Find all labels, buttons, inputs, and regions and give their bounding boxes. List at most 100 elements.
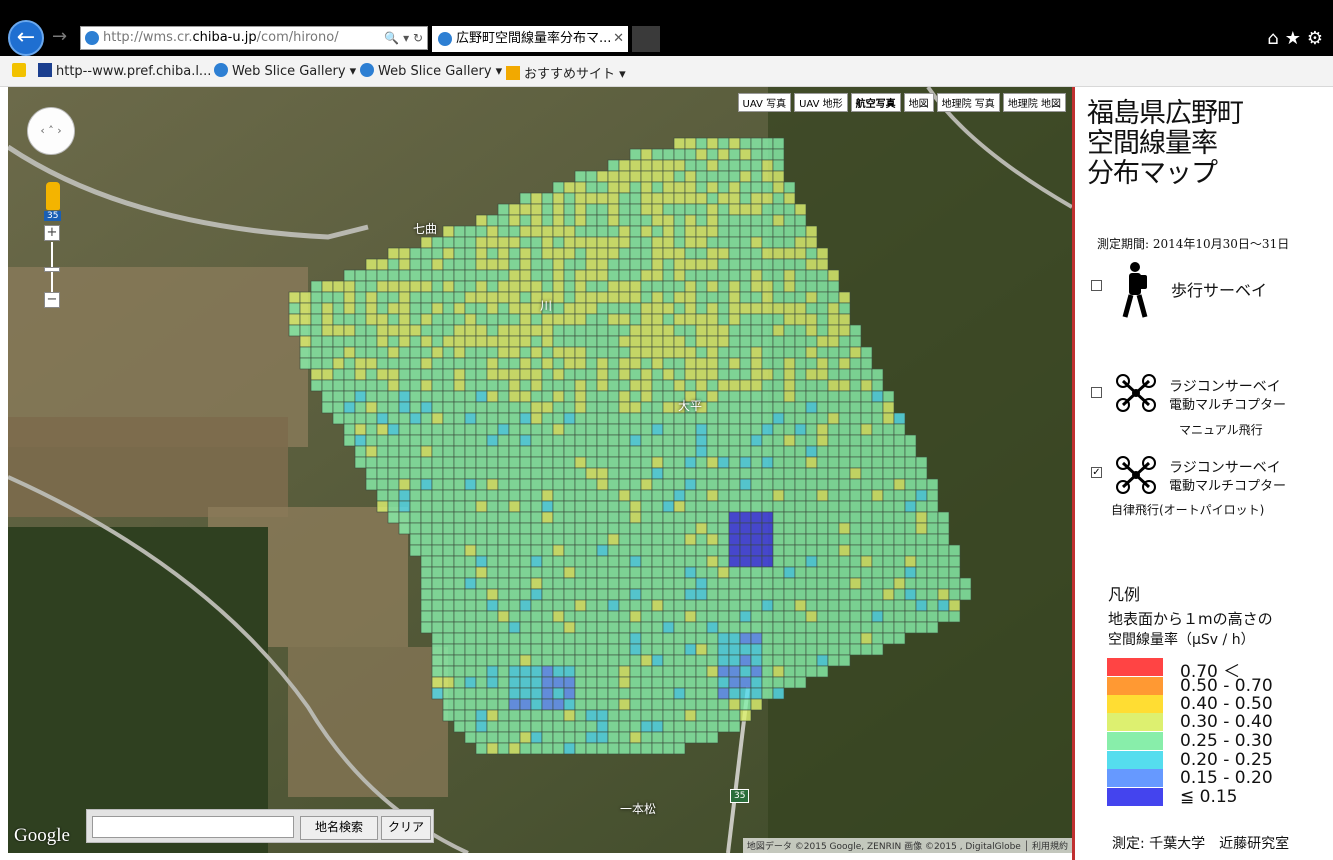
grid-cell [805,511,818,524]
grid-cell [541,654,554,667]
grid-cell [761,500,774,513]
grid-cell [387,489,400,502]
grid-cell [750,390,763,403]
grid-cell [552,544,565,557]
grid-cell [508,566,521,579]
grid-cell [662,500,675,513]
grid-cell [926,478,939,491]
grid-cell [497,478,510,491]
grid-cell [618,379,631,392]
zoom-out-button[interactable]: − [44,292,60,308]
grid-cell [783,379,796,392]
map-type-gsi-photo[interactable]: 地理院 写真 [936,93,1000,112]
map-type-map[interactable]: 地図 [903,93,934,112]
grid-cell [728,258,741,271]
grid-cell [574,577,587,590]
pegman-icon[interactable] [46,182,60,210]
favorite-item[interactable]: おすすめサイト ▾ [506,63,626,82]
auto-flight-checkbox[interactable]: ✓ [1091,467,1102,478]
grid-cell [585,599,598,612]
grid-cell [486,632,499,645]
grid-cell [838,566,851,579]
grid-cell [574,225,587,238]
grid-cell [794,478,807,491]
grid-cell [376,269,389,282]
gear-icon[interactable]: ⚙ [1307,28,1329,49]
legend-label: ≦ 0.15 [1180,787,1238,807]
grid-cell [717,665,730,678]
grid-cell [508,423,521,436]
grid-cell [706,137,719,150]
grid-cell [519,709,532,722]
zoom-in-button[interactable]: + [44,225,60,241]
grid-cell [695,412,708,425]
grid-cell [640,379,653,392]
grid-cell [464,302,477,315]
map-attribution[interactable]: 地図データ ©2015 Google, ZENRIN 画像 ©2015 , Di… [742,838,1072,853]
grid-cell [585,214,598,227]
grid-cell [618,192,631,205]
new-tab-button[interactable] [632,26,660,52]
pan-control[interactable]: ‹ ˄ › [27,107,75,155]
home-icon[interactable]: ⌂ [1267,28,1284,49]
grid-cell [739,566,752,579]
tab-active[interactable]: 広野町空間線量率分布マ... ✕ [432,26,628,52]
grid-cell [739,522,752,535]
grid-cell [530,247,543,260]
grid-cell [728,412,741,425]
map-canvas[interactable]: UAV 写真 UAV 地形 航空写真 地図 地理院 写真 地理院 地図 ‹ ˄ … [8,87,1072,853]
favorite-item[interactable]: Web Slice Gallery ▾ [214,63,356,79]
map-type-uav-terrain[interactable]: UAV 地形 [794,93,848,112]
grid-cell [519,500,532,513]
zoom-slider-thumb[interactable] [44,267,60,272]
grid-cell [827,434,840,447]
grid-cell [772,544,785,557]
star-icon[interactable]: ★ [1285,28,1307,49]
grid-cell [563,423,576,436]
back-button[interactable]: ← [8,20,44,56]
map-type-gsi-map[interactable]: 地理院 地図 [1002,93,1066,112]
grid-cell [420,269,433,282]
grid-cell [662,467,675,480]
place-search-button[interactable]: 地名検索 [300,816,378,840]
grid-cell [387,357,400,370]
grid-cell [739,665,752,678]
grid-cell [607,346,620,359]
grid-cell [662,280,675,293]
address-tools[interactable]: 🔍 ▾ ↻ [384,27,423,49]
grid-cell [772,346,785,359]
place-search-input[interactable] [92,816,294,838]
grid-cell [706,500,719,513]
map-type-uav-photo[interactable]: UAV 写真 [737,93,792,112]
grid-cell [739,621,752,634]
forward-button[interactable]: → [52,26,67,47]
favorites-star-icon[interactable] [12,63,30,79]
grid-cell [717,709,730,722]
grid-cell [618,555,631,568]
favorite-item[interactable]: http--www.pref.chiba.l... [38,63,211,79]
map-type-aerial[interactable]: 航空写真 [850,93,901,112]
grid-cell [750,313,763,326]
grid-cell [464,676,477,689]
grid-cell [310,357,323,370]
grid-cell [497,412,510,425]
grid-cell [629,379,642,392]
grid-cell [651,676,664,689]
grid-cell [486,445,499,458]
grid-cell [552,588,565,601]
manual-flight-checkbox[interactable] [1091,387,1102,398]
grid-cell [926,489,939,502]
clear-button[interactable]: クリア [381,816,431,840]
manual-flight-line2: 電動マルチコプター [1169,398,1287,413]
grid-cell [772,588,785,601]
grid-cell [387,390,400,403]
grid-cell [464,357,477,370]
tab-close-icon[interactable]: ✕ [613,26,624,52]
walk-survey-checkbox[interactable] [1091,280,1102,291]
address-bar[interactable]: http://wms.cr.chiba-u.jp/com/hirono/ 🔍 ▾… [80,26,428,50]
favorite-item[interactable]: Web Slice Gallery ▾ [360,63,502,79]
grid-cell [651,467,664,480]
grid-cell [827,522,840,535]
grid-cell [695,731,708,744]
grid-cell [761,214,774,227]
